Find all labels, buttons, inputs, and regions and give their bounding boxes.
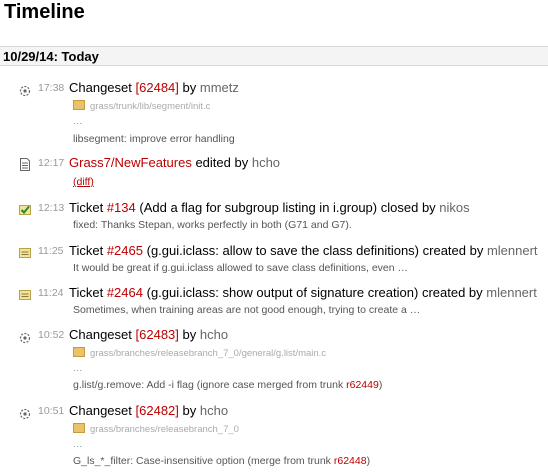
event-time: 10:52 bbox=[38, 329, 65, 341]
ticket-closed-icon bbox=[19, 205, 31, 215]
file-path: grass/branches/releasebranch_7_0/general… bbox=[73, 347, 326, 359]
timeline-entry: 10:52 Changeset [62483] by hcho grass/br… bbox=[0, 327, 548, 397]
event-time: 11:25 bbox=[38, 245, 64, 257]
file-path-text: grass/branches/releasebranch_7_0/general… bbox=[90, 348, 327, 359]
event-action: edited by bbox=[195, 155, 249, 170]
event-label: Changeset bbox=[69, 80, 132, 95]
day-header: 10/29/14: Today bbox=[0, 46, 548, 66]
event-label: Ticket bbox=[69, 200, 104, 215]
event-time: 12:13 bbox=[38, 202, 65, 214]
author-name: mlennert bbox=[486, 285, 537, 300]
event-time: 10:51 bbox=[38, 405, 65, 417]
folder-icon bbox=[73, 347, 85, 357]
event-message-end: ) bbox=[378, 379, 383, 391]
wiki-page-link[interactable]: Grass7/NewFeatures bbox=[69, 155, 192, 170]
event-by: by bbox=[182, 80, 197, 95]
event-action: created by bbox=[421, 285, 483, 300]
wiki-page-icon bbox=[20, 158, 30, 171]
page-title: Timeline bbox=[4, 1, 85, 23]
event-label: Ticket bbox=[69, 285, 104, 300]
event-time: 11:24 bbox=[38, 287, 64, 299]
ticket-new-icon bbox=[19, 290, 31, 300]
day-header-label: 10/29/14: Today bbox=[3, 49, 99, 64]
folder-icon bbox=[73, 423, 85, 433]
author-name: hcho bbox=[251, 155, 281, 170]
changeset-link[interactable]: [62483] bbox=[136, 327, 179, 342]
event-message: libsegment: improve error handling bbox=[73, 133, 235, 145]
event-title: Grass7/NewFeatures edited by hcho bbox=[69, 155, 280, 170]
timeline-entry: 10:51 Changeset [62482] by hcho grass/br… bbox=[0, 403, 548, 473]
event-title: Ticket #134 (Add a flag for subgroup lis… bbox=[69, 200, 470, 215]
event-label: Changeset bbox=[69, 403, 132, 418]
event-message: Sometimes, when training areas are not g… bbox=[73, 304, 421, 316]
file-path-text: grass/trunk/lib/segment/init.c bbox=[90, 101, 211, 112]
event-title: Changeset [62483] by hcho bbox=[69, 327, 228, 342]
ellipsis: … bbox=[73, 363, 83, 374]
file-path: grass/branches/releasebranch_7_0 bbox=[73, 423, 239, 435]
event-time: 17:38 bbox=[38, 82, 65, 94]
revision-link[interactable]: r62449 bbox=[346, 379, 379, 391]
author-name: mmetz bbox=[199, 80, 239, 95]
author-name: hcho bbox=[199, 327, 229, 342]
changeset-icon bbox=[19, 332, 31, 344]
event-time: 12:17 bbox=[38, 157, 65, 169]
author-name: nikos bbox=[439, 200, 470, 215]
author-name: hcho bbox=[199, 403, 229, 418]
event-by: by bbox=[182, 327, 197, 342]
event-title: Changeset [62482] by hcho bbox=[69, 403, 228, 418]
timeline-entry: 11:25 Ticket #2465 (g.gui.iclass: allow … bbox=[0, 243, 548, 278]
event-action: closed by bbox=[380, 200, 436, 215]
event-title: Ticket #2464 (g.gui.iclass: show output … bbox=[69, 285, 537, 300]
changeset-icon bbox=[19, 85, 31, 97]
ticket-link[interactable]: #2464 bbox=[107, 285, 143, 300]
event-message-end: ) bbox=[366, 455, 371, 467]
event-message: g.list/g.remove: Add -i flag (ignore cas… bbox=[73, 379, 382, 391]
event-label: Ticket bbox=[69, 243, 104, 258]
timeline-entry: 11:24 Ticket #2464 (g.gui.iclass: show o… bbox=[0, 285, 548, 320]
timeline-entry: 12:17 Grass7/NewFeatures edited by hcho … bbox=[0, 155, 548, 190]
timeline-entry: 17:38 Changeset [62484] by mmetz grass/t… bbox=[0, 80, 548, 150]
ellipsis: … bbox=[73, 116, 83, 127]
event-action: created by bbox=[422, 243, 484, 258]
file-path: grass/trunk/lib/segment/init.c bbox=[73, 100, 210, 112]
event-label: Changeset bbox=[69, 327, 132, 342]
event-title: Ticket #2465 (g.gui.iclass: allow to sav… bbox=[69, 243, 538, 258]
event-message: It would be great if g.gui.iclass allowe… bbox=[73, 262, 409, 274]
ticket-summary: (Add a flag for subgroup listing in i.gr… bbox=[139, 200, 378, 215]
changeset-icon bbox=[19, 408, 31, 420]
changeset-link[interactable]: [62484] bbox=[136, 80, 179, 95]
revision-link[interactable]: r62448 bbox=[334, 455, 367, 467]
event-title: Changeset [62484] by mmetz bbox=[69, 80, 239, 95]
author-name: mlennert bbox=[486, 243, 538, 258]
event-message-text: g.list/g.remove: Add -i flag (ignore cas… bbox=[73, 379, 347, 391]
timeline-entry: 12:13 Ticket #134 (Add a flag for subgro… bbox=[0, 200, 548, 235]
folder-icon bbox=[73, 100, 85, 110]
event-message: fixed: Thanks Stepan, works perfectly in… bbox=[73, 219, 352, 231]
event-message-text: G_ls_*_filter: Case-insensitive option (… bbox=[73, 455, 334, 467]
ticket-summary: (g.gui.iclass: allow to save the class d… bbox=[146, 243, 420, 258]
ticket-link[interactable]: #2465 bbox=[107, 243, 143, 258]
event-by: by bbox=[182, 403, 197, 418]
ticket-new-icon bbox=[19, 248, 31, 258]
file-path-text: grass/branches/releasebranch_7_0 bbox=[90, 424, 239, 435]
ellipsis: … bbox=[73, 439, 83, 450]
diff-link[interactable]: (diff) bbox=[73, 176, 94, 188]
ticket-link[interactable]: #134 bbox=[107, 200, 136, 215]
event-message: G_ls_*_filter: Case-insensitive option (… bbox=[73, 455, 370, 467]
ticket-summary: (g.gui.iclass: show output of signature … bbox=[146, 285, 419, 300]
changeset-link[interactable]: [62482] bbox=[136, 403, 179, 418]
